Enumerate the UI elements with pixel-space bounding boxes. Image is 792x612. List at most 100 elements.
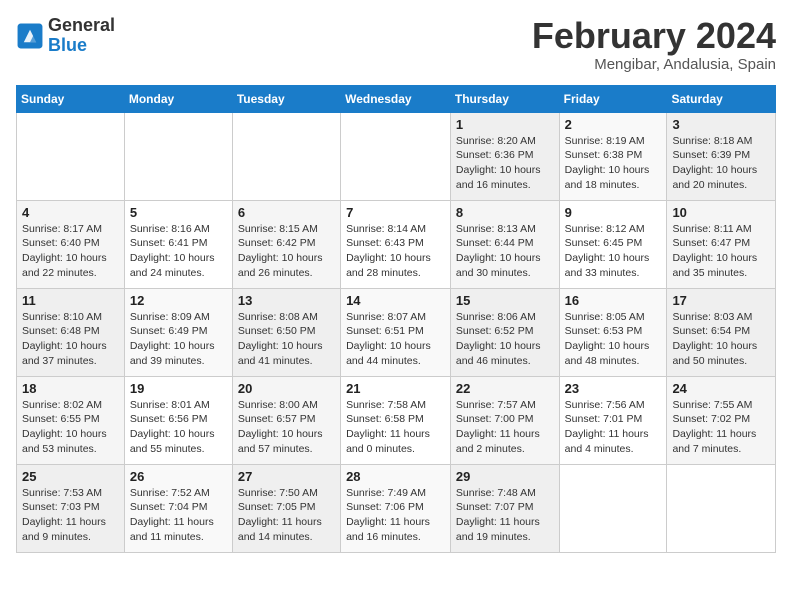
calendar-cell: 23 Sunrise: 7:56 AM Sunset: 7:01 PM Dayli… xyxy=(559,376,667,464)
day-number: 28 xyxy=(346,469,445,484)
page-header: General Blue February 2024 Mengibar, And… xyxy=(16,16,776,73)
calendar-title: February 2024 xyxy=(532,16,776,56)
day-number: 4 xyxy=(22,205,119,220)
calendar-header: SundayMondayTuesdayWednesdayThursdayFrid… xyxy=(17,85,776,112)
day-number: 8 xyxy=(456,205,554,220)
calendar-cell xyxy=(341,112,451,200)
day-number: 1 xyxy=(456,117,554,132)
calendar-cell: 20 Sunrise: 8:00 AM Sunset: 6:57 PM Dayli… xyxy=(232,376,340,464)
weekday-header: Thursday xyxy=(450,85,559,112)
calendar-cell: 5 Sunrise: 8:16 AM Sunset: 6:41 PM Daylig… xyxy=(124,200,232,288)
logo-icon xyxy=(16,22,44,50)
day-info: Sunrise: 8:01 AM Sunset: 6:56 PM Dayligh… xyxy=(130,398,227,457)
day-info: Sunrise: 8:11 AM Sunset: 6:47 PM Dayligh… xyxy=(672,222,770,281)
calendar-week-row: 4Sunrise: 8:17 AM Sunset: 6:40 PM Daylig… xyxy=(17,200,776,288)
day-number: 17 xyxy=(672,293,770,308)
weekday-row: SundayMondayTuesdayWednesdayThursdayFrid… xyxy=(17,85,776,112)
day-number: 10 xyxy=(672,205,770,220)
day-number: 24 xyxy=(672,381,770,396)
day-info: Sunrise: 8:06 AM Sunset: 6:52 PM Dayligh… xyxy=(456,310,554,369)
calendar-cell: 7 Sunrise: 8:14 AM Sunset: 6:43 PM Daylig… xyxy=(341,200,451,288)
day-info: Sunrise: 7:50 AM Sunset: 7:05 PM Dayligh… xyxy=(238,486,335,545)
day-number: 13 xyxy=(238,293,335,308)
day-number: 18 xyxy=(22,381,119,396)
calendar-cell: 15Sunrise: 8:06 AM Sunset: 6:52 PM Dayli… xyxy=(450,288,559,376)
day-number: 2 xyxy=(565,117,662,132)
calendar-cell: 9 Sunrise: 8:12 AM Sunset: 6:45 PM Daylig… xyxy=(559,200,667,288)
day-number: 20 xyxy=(238,381,335,396)
calendar-cell xyxy=(667,464,776,552)
calendar-cell: 4Sunrise: 8:17 AM Sunset: 6:40 PM Daylig… xyxy=(17,200,125,288)
day-info: Sunrise: 7:48 AM Sunset: 7:07 PM Dayligh… xyxy=(456,486,554,545)
day-number: 27 xyxy=(238,469,335,484)
calendar-cell: 26 Sunrise: 7:52 AM Sunset: 7:04 PM Dayli… xyxy=(124,464,232,552)
day-number: 12 xyxy=(130,293,227,308)
calendar-cell: 28 Sunrise: 7:49 AM Sunset: 7:06 PM Dayli… xyxy=(341,464,451,552)
day-number: 3 xyxy=(672,117,770,132)
day-info: Sunrise: 8:20 AM Sunset: 6:36 PM Dayligh… xyxy=(456,134,554,193)
calendar-cell: 18 Sunrise: 8:02 AM Sunset: 6:55 PM Dayli… xyxy=(17,376,125,464)
day-number: 9 xyxy=(565,205,662,220)
day-number: 7 xyxy=(346,205,445,220)
calendar-cell: 16Sunrise: 8:05 AM Sunset: 6:53 PM Dayli… xyxy=(559,288,667,376)
weekday-header: Wednesday xyxy=(341,85,451,112)
day-info: Sunrise: 7:58 AM Sunset: 6:58 PM Dayligh… xyxy=(346,398,445,457)
weekday-header: Saturday xyxy=(667,85,776,112)
day-info: Sunrise: 8:12 AM Sunset: 6:45 PM Dayligh… xyxy=(565,222,662,281)
day-info: Sunrise: 7:49 AM Sunset: 7:06 PM Dayligh… xyxy=(346,486,445,545)
weekday-header: Monday xyxy=(124,85,232,112)
calendar-cell: 24Sunrise: 7:55 AM Sunset: 7:02 PM Dayli… xyxy=(667,376,776,464)
calendar-cell: 3 Sunrise: 8:18 AM Sunset: 6:39 PM Daylig… xyxy=(667,112,776,200)
calendar-cell xyxy=(124,112,232,200)
day-number: 6 xyxy=(238,205,335,220)
calendar-cell xyxy=(559,464,667,552)
calendar-table: SundayMondayTuesdayWednesdayThursdayFrid… xyxy=(16,85,776,553)
day-info: Sunrise: 7:52 AM Sunset: 7:04 PM Dayligh… xyxy=(130,486,227,545)
day-info: Sunrise: 7:56 AM Sunset: 7:01 PM Dayligh… xyxy=(565,398,662,457)
calendar-week-row: 1 Sunrise: 8:20 AM Sunset: 6:36 PM Daylig… xyxy=(17,112,776,200)
logo-line1: General xyxy=(48,16,115,36)
day-number: 22 xyxy=(456,381,554,396)
calendar-cell: 22 Sunrise: 7:57 AM Sunset: 7:00 PM Dayli… xyxy=(450,376,559,464)
day-info: Sunrise: 8:08 AM Sunset: 6:50 PM Dayligh… xyxy=(238,310,335,369)
weekday-header: Sunday xyxy=(17,85,125,112)
calendar-cell: 27 Sunrise: 7:50 AM Sunset: 7:05 PM Dayli… xyxy=(232,464,340,552)
day-info: Sunrise: 8:16 AM Sunset: 6:41 PM Dayligh… xyxy=(130,222,227,281)
weekday-header: Tuesday xyxy=(232,85,340,112)
day-info: Sunrise: 7:57 AM Sunset: 7:00 PM Dayligh… xyxy=(456,398,554,457)
calendar-cell: 2 Sunrise: 8:19 AM Sunset: 6:38 PM Daylig… xyxy=(559,112,667,200)
day-number: 26 xyxy=(130,469,227,484)
calendar-cell xyxy=(232,112,340,200)
logo: General Blue xyxy=(16,16,115,56)
day-info: Sunrise: 8:18 AM Sunset: 6:39 PM Dayligh… xyxy=(672,134,770,193)
day-info: Sunrise: 8:00 AM Sunset: 6:57 PM Dayligh… xyxy=(238,398,335,457)
day-number: 14 xyxy=(346,293,445,308)
day-number: 25 xyxy=(22,469,119,484)
weekday-header: Friday xyxy=(559,85,667,112)
day-number: 11 xyxy=(22,293,119,308)
logo-line2: Blue xyxy=(48,36,115,56)
day-info: Sunrise: 8:10 AM Sunset: 6:48 PM Dayligh… xyxy=(22,310,119,369)
day-number: 19 xyxy=(130,381,227,396)
day-info: Sunrise: 8:14 AM Sunset: 6:43 PM Dayligh… xyxy=(346,222,445,281)
day-info: Sunrise: 8:19 AM Sunset: 6:38 PM Dayligh… xyxy=(565,134,662,193)
calendar-cell: 10 Sunrise: 8:11 AM Sunset: 6:47 PM Dayli… xyxy=(667,200,776,288)
calendar-cell: 21 Sunrise: 7:58 AM Sunset: 6:58 PM Dayli… xyxy=(341,376,451,464)
calendar-body: 1 Sunrise: 8:20 AM Sunset: 6:36 PM Daylig… xyxy=(17,112,776,552)
calendar-cell: 17 Sunrise: 8:03 AM Sunset: 6:54 PM Dayli… xyxy=(667,288,776,376)
calendar-cell: 19 Sunrise: 8:01 AM Sunset: 6:56 PM Dayli… xyxy=(124,376,232,464)
calendar-cell: 6 Sunrise: 8:15 AM Sunset: 6:42 PM Daylig… xyxy=(232,200,340,288)
day-number: 23 xyxy=(565,381,662,396)
day-number: 29 xyxy=(456,469,554,484)
day-number: 5 xyxy=(130,205,227,220)
day-info: Sunrise: 8:15 AM Sunset: 6:42 PM Dayligh… xyxy=(238,222,335,281)
day-info: Sunrise: 8:02 AM Sunset: 6:55 PM Dayligh… xyxy=(22,398,119,457)
calendar-subtitle: Mengibar, Andalusia, Spain xyxy=(532,56,776,73)
calendar-cell: 1 Sunrise: 8:20 AM Sunset: 6:36 PM Daylig… xyxy=(450,112,559,200)
day-info: Sunrise: 8:07 AM Sunset: 6:51 PM Dayligh… xyxy=(346,310,445,369)
day-number: 21 xyxy=(346,381,445,396)
calendar-cell: 29 Sunrise: 7:48 AM Sunset: 7:07 PM Dayli… xyxy=(450,464,559,552)
calendar-week-row: 25Sunrise: 7:53 AM Sunset: 7:03 PM Dayli… xyxy=(17,464,776,552)
day-info: Sunrise: 8:03 AM Sunset: 6:54 PM Dayligh… xyxy=(672,310,770,369)
calendar-week-row: 11 Sunrise: 8:10 AM Sunset: 6:48 PM Dayli… xyxy=(17,288,776,376)
